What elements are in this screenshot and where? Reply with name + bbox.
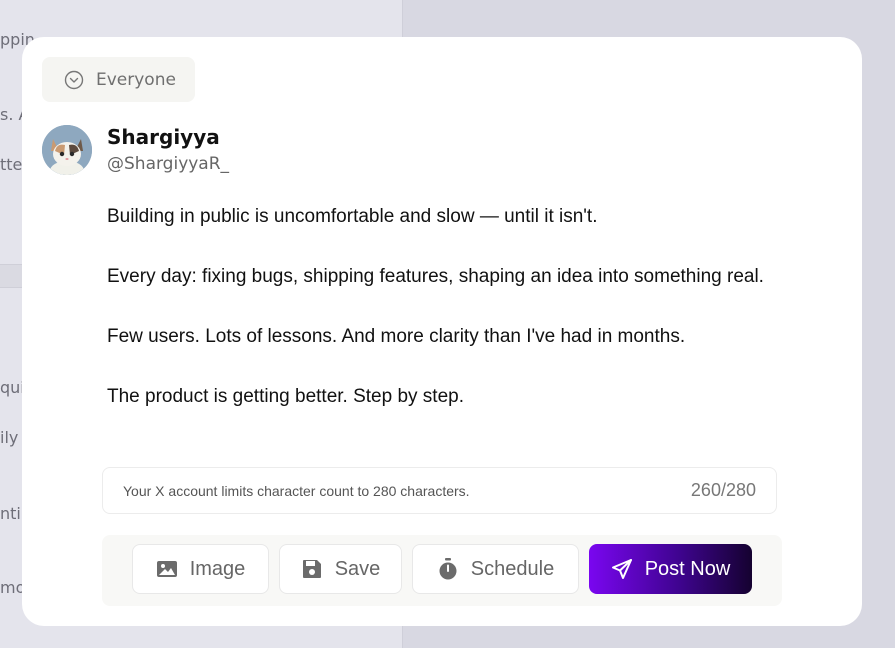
post-now-button[interactable]: Post Now xyxy=(589,544,752,594)
character-limit-bar: Your X account limits character count to… xyxy=(102,467,777,514)
add-image-label: Image xyxy=(189,557,246,580)
composer-toolbar: Image Save Schedule Post Now xyxy=(102,535,782,606)
background-text-fragment: tte xyxy=(0,155,23,174)
post-paragraph: The product is getting better. Step by s… xyxy=(107,386,464,407)
character-limit-note: Your X account limits character count to… xyxy=(123,482,470,499)
author-handle: @ShargiyyaR_ xyxy=(107,154,230,174)
floppy-disk-icon xyxy=(301,558,323,580)
stopwatch-icon xyxy=(437,558,459,580)
post-paragraph: Every day: fixing bugs, shipping feature… xyxy=(107,266,764,287)
save-label: Save xyxy=(334,557,381,580)
background-text-fragment: ily xyxy=(0,428,19,447)
post-paragraph: Building in public is uncomfortable and … xyxy=(107,206,598,227)
post-composer-modal: Everyone Shargiyya @ShargiyyaR_ Building… xyxy=(22,37,862,626)
audience-selector[interactable]: Everyone xyxy=(42,57,195,102)
chevron-down-circle-icon xyxy=(64,70,84,90)
save-button[interactable]: Save xyxy=(279,544,402,594)
add-image-button[interactable]: Image xyxy=(132,544,269,594)
post-text-editor[interactable]: Building in public is uncomfortable and … xyxy=(107,202,767,412)
character-count: 260/280 xyxy=(690,480,756,500)
schedule-button[interactable]: Schedule xyxy=(412,544,579,594)
avatar xyxy=(42,125,92,175)
post-now-label: Post Now xyxy=(644,557,731,580)
schedule-label: Schedule xyxy=(470,557,555,580)
send-plane-icon xyxy=(611,558,633,580)
author-name: Shargiyya xyxy=(107,125,220,149)
audience-label: Everyone xyxy=(96,69,176,90)
post-paragraph: Few users. Lots of lessons. And more cla… xyxy=(107,326,686,347)
image-icon xyxy=(156,558,178,580)
